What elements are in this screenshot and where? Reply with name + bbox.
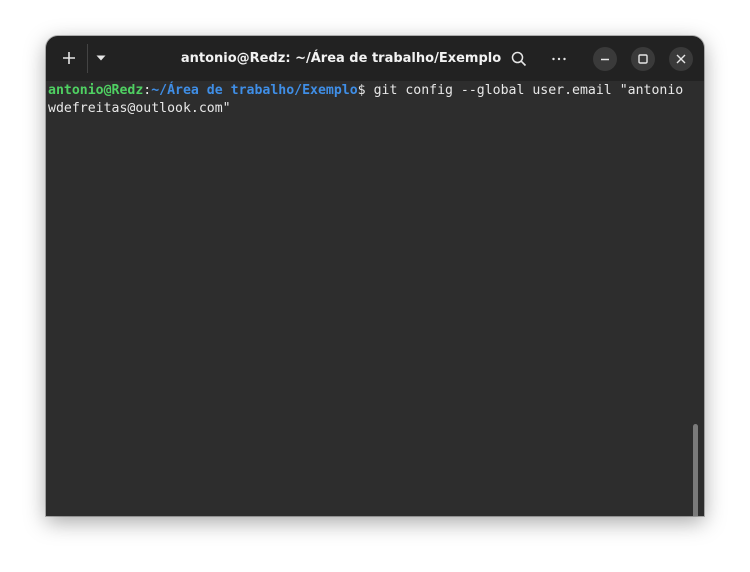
terminal-window: antonio@Redz: ~/Área de trabalho/Exemplo bbox=[46, 36, 704, 516]
search-button[interactable] bbox=[506, 46, 532, 72]
more-menu-button[interactable] bbox=[546, 46, 572, 72]
command-text-wrapped: wdefreitas@outlook.com" bbox=[48, 101, 231, 116]
prompt-symbol: $ bbox=[357, 83, 366, 98]
maximize-icon bbox=[638, 54, 648, 64]
scrollbar-thumb[interactable] bbox=[693, 424, 698, 516]
header-bar: antonio@Redz: ~/Área de trabalho/Exemplo bbox=[46, 36, 704, 81]
close-icon bbox=[676, 54, 686, 64]
close-button[interactable] bbox=[669, 47, 693, 71]
minimize-button[interactable] bbox=[593, 47, 617, 71]
minimize-icon bbox=[601, 58, 609, 61]
terminal-line-2: wdefreitas@outlook.com" bbox=[48, 100, 231, 118]
terminal-output[interactable]: antonio@Redz:~/Área de trabalho/Exemplo$… bbox=[46, 81, 704, 516]
tab-menu-button[interactable] bbox=[90, 45, 112, 71]
new-tab-button[interactable] bbox=[56, 45, 82, 71]
more-horizontal-icon bbox=[552, 57, 566, 61]
search-icon bbox=[511, 51, 527, 67]
maximize-button[interactable] bbox=[631, 47, 655, 71]
command-text: git config --global user.email "antonio bbox=[365, 83, 684, 98]
chevron-down-icon bbox=[96, 55, 106, 61]
prompt-user: antonio@Redz bbox=[48, 83, 144, 98]
prompt-path: ~/Área de trabalho/Exemplo bbox=[151, 83, 358, 98]
tab-separator bbox=[87, 44, 88, 73]
plus-icon bbox=[63, 52, 75, 64]
terminal-line-1: antonio@Redz:~/Área de trabalho/Exemplo$… bbox=[48, 82, 683, 100]
window-title: antonio@Redz: ~/Área de trabalho/Exemplo bbox=[180, 51, 502, 66]
